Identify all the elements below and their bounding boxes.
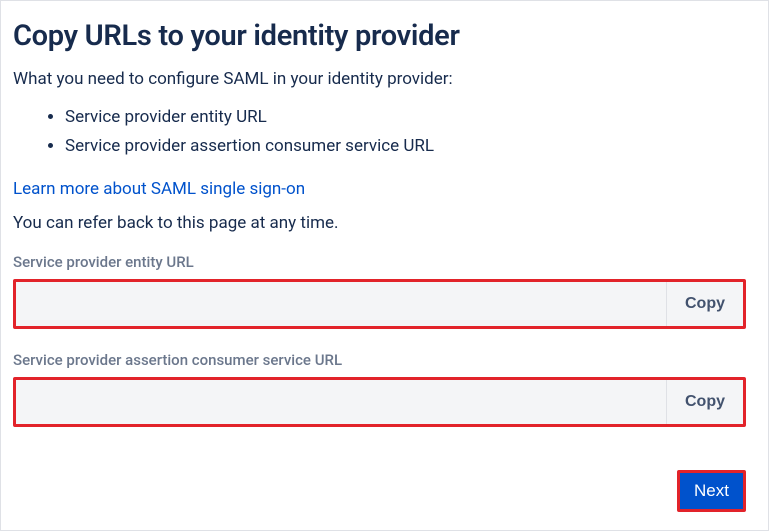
actions-row: Next [677, 470, 746, 512]
list-item: Service provider entity URL [65, 103, 746, 132]
list-item: Service provider assertion consumer serv… [65, 132, 746, 161]
saml-config-panel: Copy URLs to your identity provider What… [0, 0, 769, 531]
learn-more-link[interactable]: Learn more about SAML single sign-on [13, 179, 305, 199]
acs-url-group: Service provider assertion consumer serv… [13, 351, 746, 427]
next-button[interactable]: Next [677, 470, 746, 512]
entity-url-input[interactable] [16, 282, 666, 326]
intro-text: What you need to configure SAML in your … [13, 69, 746, 89]
entity-url-label: Service provider entity URL [13, 253, 746, 271]
copy-entity-url-button[interactable]: Copy [666, 282, 743, 326]
copy-acs-url-button[interactable]: Copy [666, 380, 743, 424]
acs-url-label: Service provider assertion consumer serv… [13, 351, 746, 369]
acs-url-input[interactable] [16, 380, 666, 424]
acs-url-row: Copy [13, 377, 746, 427]
page-title: Copy URLs to your identity provider [13, 19, 746, 53]
entity-url-row: Copy [13, 279, 746, 329]
refer-back-text: You can refer back to this page at any t… [13, 213, 746, 233]
requirements-list: Service provider entity URL Service prov… [65, 103, 746, 161]
entity-url-group: Service provider entity URL Copy [13, 253, 746, 329]
